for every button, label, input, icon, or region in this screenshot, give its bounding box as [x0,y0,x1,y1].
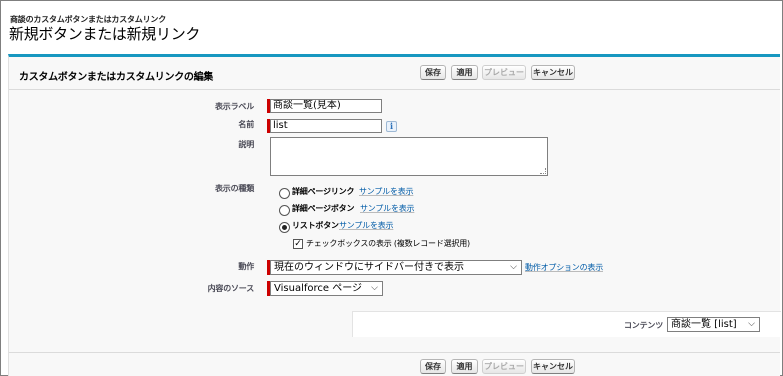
multi-record-checkbox[interactable]: ✓ [293,239,303,249]
resize-grip-icon[interactable] [540,168,546,174]
option-detail-page-button-label: 詳細ページボタン [292,204,355,213]
cancel-button-bottom[interactable]: キャンセル [531,359,575,374]
preview-button[interactable]: プレビュー [482,65,526,80]
description-label: 説明 [238,140,254,149]
save-button-bottom[interactable]: 保存 [420,359,446,374]
panel-header: カスタムボタンまたはカスタムリンクの編集 保存 適用 プレビュー キャンセル [9,57,780,90]
show-sample-link[interactable]: サンプルを表示 [339,220,394,231]
content-source-select-value: Visualforce ページ [274,283,363,294]
radio-detail-page-button[interactable] [279,205,290,216]
behavior-select-value: 現在のウィンドウにサイドバー付きで表示 [274,262,464,273]
content-select[interactable]: 商談一覧 [list] ⌵ [667,317,760,332]
behavior-options-link[interactable]: 動作オプションの表示 [525,262,603,273]
radio-detail-page-link[interactable] [279,188,290,199]
chevron-down-icon: ⌵ [510,262,517,272]
edit-panel: カスタムボタンまたはカスタムリンクの編集 保存 適用 プレビュー キャンセル 表… [8,54,781,376]
cancel-button[interactable]: キャンセル [531,65,575,80]
content-select-value: 商談一覧 [list] [671,319,737,330]
name-field[interactable]: list [270,119,382,133]
content-label: コンテンツ [624,321,663,330]
show-sample-link[interactable]: サンプルを表示 [359,186,414,197]
save-button[interactable]: 保存 [420,65,446,80]
display-type-label: 表示の種類 [215,184,254,193]
apply-button[interactable]: 適用 [451,65,478,80]
preview-button-bottom[interactable]: プレビュー [482,359,526,374]
content-row: コンテンツ 商談一覧 [list] ⌵ [352,311,781,337]
display-label-field[interactable]: 商談一覧(見本) [270,99,382,113]
apply-button-bottom[interactable]: 適用 [451,359,478,374]
chevron-down-icon: ⌵ [371,283,378,293]
radio-list-button[interactable] [279,222,290,233]
description-textarea[interactable] [270,137,548,176]
multi-record-checkbox-label: チェックボックスの表示 (複数レコード選択用) [306,239,470,248]
content-source-select[interactable]: Visualforce ページ ⌵ [270,281,383,296]
behavior-label: 動作 [238,262,254,271]
option-detail-page-link-label: 詳細ページリンク [292,187,355,196]
info-icon[interactable]: i [386,121,397,132]
chevron-down-icon: ⌵ [748,319,755,329]
name-label: 名前 [238,120,254,129]
show-sample-link[interactable]: サンプルを表示 [360,203,415,214]
display-label-label: 表示ラベル [215,102,254,111]
page-title: 新規ボタンまたは新規リンク [9,25,201,43]
behavior-select[interactable]: 現在のウィンドウにサイドバー付きで表示 ⌵ [270,260,522,275]
option-list-button-label: リストボタン [292,221,339,230]
content-source-label: 内容のソース [207,284,255,293]
footer-divider [9,352,780,353]
panel-title: カスタムボタンまたはカスタムリンクの編集 [19,72,213,83]
